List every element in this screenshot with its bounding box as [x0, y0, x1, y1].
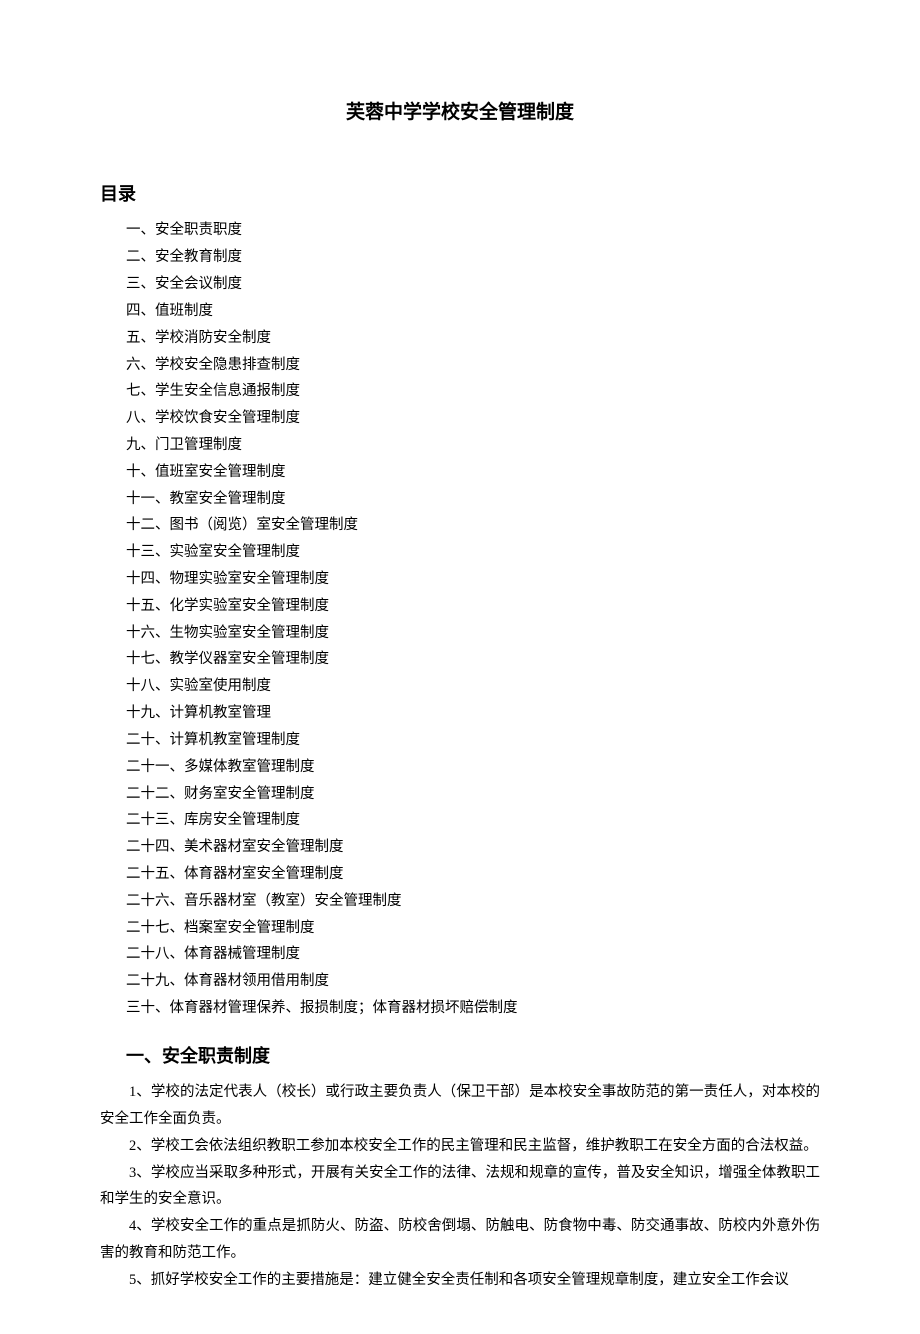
toc-item: 二十四、美术器材室安全管理制度	[100, 834, 820, 861]
toc-item: 五、学校消防安全制度	[100, 325, 820, 352]
body-paragraph: 4、学校安全工作的重点是抓防火、防盗、防校舍倒塌、防触电、防食物中毒、防交通事故…	[100, 1213, 820, 1267]
toc-item: 十四、物理实验室安全管理制度	[100, 566, 820, 593]
body-paragraph: 3、学校应当采取多种形式，开展有关安全工作的法律、法规和规章的宣传，普及安全知识…	[100, 1160, 820, 1214]
toc-item: 十九、计算机教室管理	[100, 700, 820, 727]
toc-item: 二十八、体育器械管理制度	[100, 941, 820, 968]
toc-item: 三十、体育器材管理保养、报损制度；体育器材损坏赔偿制度	[100, 995, 820, 1022]
toc-item: 三、安全会议制度	[100, 271, 820, 298]
toc-item: 二十九、体育器材领用借用制度	[100, 968, 820, 995]
toc-item: 十三、实验室安全管理制度	[100, 539, 820, 566]
toc-item: 七、学生安全信息通报制度	[100, 378, 820, 405]
toc-item: 十六、生物实验室安全管理制度	[100, 620, 820, 647]
toc-item: 二十六、音乐器材室（教室）安全管理制度	[100, 888, 820, 915]
toc-heading: 目录	[100, 178, 820, 211]
toc-item: 二十三、库房安全管理制度	[100, 807, 820, 834]
toc-item: 一、安全职责职度	[100, 217, 820, 244]
toc-item: 十五、化学实验室安全管理制度	[100, 593, 820, 620]
body-paragraph: 1、学校的法定代表人（校长）或行政主要负责人（保卫干部）是本校安全事故防范的第一…	[100, 1079, 820, 1133]
toc-item: 八、学校饮食安全管理制度	[100, 405, 820, 432]
section-1-heading: 一、安全职责制度	[126, 1040, 820, 1073]
toc-item: 二十五、体育器材室安全管理制度	[100, 861, 820, 888]
toc-item: 二十二、财务室安全管理制度	[100, 781, 820, 808]
section-1-body: 1、学校的法定代表人（校长）或行政主要负责人（保卫干部）是本校安全事故防范的第一…	[100, 1079, 820, 1294]
toc-item: 二十、计算机教室管理制度	[100, 727, 820, 754]
toc-item: 九、门卫管理制度	[100, 432, 820, 459]
toc-item: 十七、教学仪器室安全管理制度	[100, 646, 820, 673]
toc-item: 四、值班制度	[100, 298, 820, 325]
toc-item: 十、值班室安全管理制度	[100, 459, 820, 486]
toc-item: 十一、教室安全管理制度	[100, 486, 820, 513]
toc-item: 十二、图书（阅览）室安全管理制度	[100, 512, 820, 539]
toc-item: 十八、实验室使用制度	[100, 673, 820, 700]
toc-item: 六、学校安全隐患排查制度	[100, 352, 820, 379]
toc-list: 一、安全职责职度 二、安全教育制度 三、安全会议制度 四、值班制度 五、学校消防…	[100, 217, 820, 1021]
body-paragraph: 5、抓好学校安全工作的主要措施是：建立健全安全责任制和各项安全管理规章制度，建立…	[100, 1267, 820, 1294]
document-title: 芙蓉中学学校安全管理制度	[100, 95, 820, 130]
toc-item: 二、安全教育制度	[100, 244, 820, 271]
toc-item: 二十一、多媒体教室管理制度	[100, 754, 820, 781]
body-paragraph: 2、学校工会依法组织教职工参加本校安全工作的民主管理和民主监督，维护教职工在安全…	[100, 1133, 820, 1160]
toc-item: 二十七、档案室安全管理制度	[100, 915, 820, 942]
